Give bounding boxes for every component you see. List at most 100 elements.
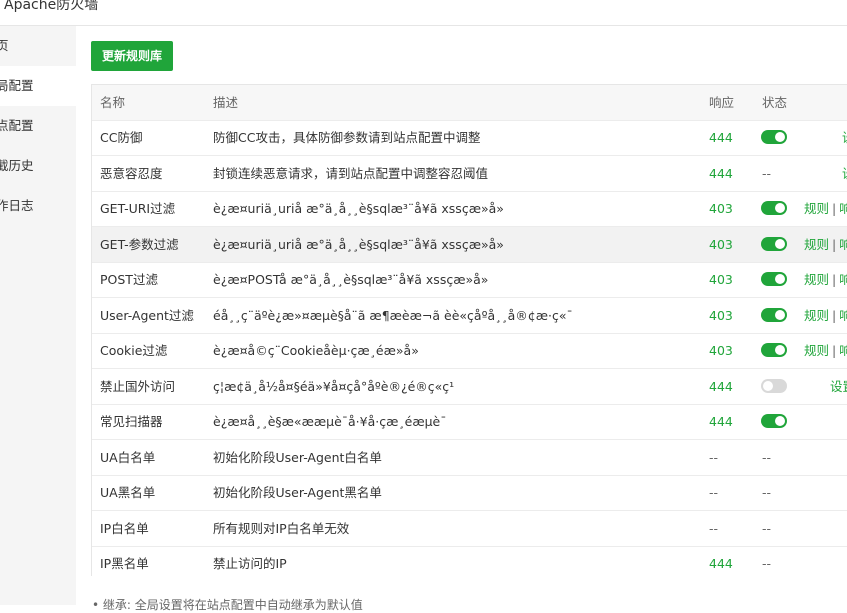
rule-desc: è¿æ¤POSTå æ°ä¸­å¸¸è§sqlæ³¨å¥ã xssçæ»å» [213, 272, 489, 287]
rule-link[interactable]: 规则 [804, 201, 829, 216]
response-link[interactable]: 响 [839, 237, 847, 252]
rule-response-code: -- [709, 520, 719, 536]
toggle-knob [775, 274, 785, 284]
response-link[interactable]: 响 [839, 343, 847, 358]
rule-status-text: -- [762, 485, 772, 500]
rule-name: IP黑名单 [100, 556, 149, 571]
update-rules-button[interactable]: 更新规则库 [91, 41, 173, 71]
header-status: 状态 [762, 95, 788, 110]
rule-response-code: 403 [709, 236, 733, 252]
table-row: GET-URI过滤 è¿æ¤uriä¸­uriå æ°ä¸­å¸¸è§sqlæ³¨… [92, 191, 847, 227]
rule-desc: éå¸¸ç¨äºè¿æ»¤æµè§å¨ã æ¶æèæ¬ã èè«ç­åºå¸¸å… [213, 307, 573, 323]
rule-desc: è¿æ¤uriä¸­uriå æ°ä¸­å¸¸è§sqlæ³¨å¥ã xssçæ… [213, 236, 504, 252]
rule-desc: 初始化阶段User-Agent白名单 [213, 449, 382, 465]
rule-name: POST过滤 [100, 272, 158, 287]
rule-name: Cookie过滤 [100, 343, 168, 358]
rule-action-link[interactable]: 设 [842, 156, 847, 191]
rule-response-code: 444 [709, 165, 733, 181]
rule-desc: è¿æ¤å¸¸è§æ«ææµè¯å·¥å·çæ¸éæµè¯ [213, 414, 447, 429]
rule-response-code: -- [709, 485, 719, 500]
link-separator: | [832, 236, 837, 252]
rule-status-text: -- [762, 449, 772, 465]
main-panel: 更新规则库 名称 描述 响应 状态 CC防御 防御CC攻击，具体防御参数请到站点配… [76, 26, 847, 612]
sidebar-item-site-config[interactable]: 点配置 [0, 106, 76, 146]
rule-desc: è¿æ¤uriä¸­uriå æ°ä¸­å¸¸è§sqlæ³¨å¥ã xssçæ… [213, 201, 504, 216]
rule-link[interactable]: 规则 [804, 343, 829, 358]
table-row: 常见扫描器 è¿æ¤å¸¸è§æ«ææµè¯å·¥å·çæ¸éæµè¯ 444 [92, 404, 847, 440]
rule-desc: 禁止访问的IP [213, 556, 287, 571]
rule-response-code: 444 [709, 414, 733, 429]
toggle-knob [775, 416, 785, 426]
response-link[interactable]: 响 [839, 308, 847, 323]
rule-response-code: 444 [709, 378, 733, 394]
rule-response-code: -- [709, 449, 719, 465]
sidebar: 页 局配置 点配置 截历史 作日志 [0, 26, 76, 605]
rules-table: 名称 描述 响应 状态 CC防御 防御CC攻击，具体防御参数请到站点配置中调整 44… [91, 84, 847, 576]
rule-desc: 所有规则对IP白名单无效 [213, 520, 350, 536]
response-link[interactable]: 响 [839, 201, 847, 216]
status-toggle[interactable] [761, 414, 787, 428]
rule-name: UA黑名单 [100, 485, 156, 500]
table-row: POST过滤 è¿æ¤POSTå æ°ä¸­å¸¸è§sqlæ³¨å¥ã xssç… [92, 262, 847, 298]
table-row: Cookie过滤 è¿æ¤å©ç¨Cookieåèµ·çæ¸éæ»å» 403 规则 |… [92, 333, 847, 369]
rule-name: GET-URI过滤 [100, 201, 176, 216]
status-toggle[interactable] [761, 378, 787, 393]
window-titlebar: Apache防火墙 [0, 0, 847, 26]
link-separator: | [832, 201, 837, 216]
rule-action-link[interactable]: 规则|响 [804, 227, 847, 262]
rule-link[interactable]: 规则 [804, 272, 829, 287]
toggle-knob [775, 309, 785, 320]
rule-action-link[interactable]: 设 [842, 120, 847, 155]
rule-name: UA白名单 [100, 449, 156, 465]
sidebar-item-operation-log[interactable]: 作日志 [0, 186, 76, 226]
table-row: 禁止国外访问 ç¦æ­¢ä¸­å½å¤§éä»¥å¤çå°åºè®¿é®ç«ç¹ 4… [92, 369, 847, 405]
status-toggle[interactable] [761, 130, 787, 144]
rule-desc: 防御CC攻击，具体防御参数请到站点配置中调整 [213, 130, 481, 145]
table-row: UA白名单 初始化阶段User-Agent白名单 -- -- [92, 440, 847, 476]
rule-name: 恶意容忍度 [100, 165, 163, 181]
sidebar-item-home[interactable]: 页 [0, 26, 76, 66]
rule-action-link[interactable]: 规则|响 [804, 191, 847, 226]
toggle-knob [775, 203, 785, 213]
sidebar-item-block-history[interactable]: 截历史 [0, 146, 76, 186]
rule-response-code: 444 [709, 556, 733, 571]
toggle-knob [775, 345, 785, 355]
status-toggle[interactable] [761, 343, 787, 357]
status-toggle[interactable] [761, 236, 787, 251]
rule-desc: 封锁连续恶意请求，请到站点配置中调整容忍阈值 [213, 165, 489, 181]
rule-action-link[interactable]: 规则|响 [804, 298, 847, 333]
rule-name: 常见扫描器 [100, 414, 163, 429]
table-row: IP白名单 所有规则对IP白名单无效 -- -- [92, 511, 847, 547]
header-code: 响应 [709, 95, 735, 110]
rule-response-code: 403 [709, 272, 733, 287]
table-row: CC防御 防御CC攻击，具体防御参数请到站点配置中调整 444 设 [92, 120, 847, 156]
header-name: 名称 [100, 95, 126, 110]
status-toggle[interactable] [761, 272, 787, 286]
rule-name: IP白名单 [100, 520, 149, 536]
rule-desc: ç¦æ­¢ä¸­å½å¤§éä»¥å¤çå°åºè®¿é®ç«ç¹ [213, 378, 455, 394]
rule-desc: è¿æ¤å©ç¨Cookieåèµ·çæ¸éæ»å» [213, 343, 419, 358]
header-desc: 描述 [213, 95, 239, 110]
table-row: User-Agent过滤 éå¸¸ç¨äºè¿æ»¤æµè§å¨ã æ¶æèæ¬ã… [92, 298, 847, 334]
rule-link[interactable]: 规则 [804, 308, 829, 323]
table-row: UA黑名单 初始化阶段User-Agent黑名单 -- -- [92, 475, 847, 511]
rule-action-link[interactable]: 设置 [830, 369, 847, 404]
rule-action-link[interactable]: 规则|响 [804, 333, 847, 368]
link-separator: | [832, 272, 837, 287]
rule-link[interactable]: 规则 [804, 237, 829, 252]
status-toggle[interactable] [761, 307, 787, 322]
window-title: Apache防火墙 [4, 0, 99, 13]
link-separator: | [832, 343, 837, 358]
rule-response-code: 444 [709, 130, 733, 145]
rule-action-link[interactable]: 规则|响 [804, 262, 847, 297]
status-toggle[interactable] [761, 201, 787, 215]
rule-status-text: -- [762, 165, 772, 181]
rule-response-code: 403 [709, 307, 733, 323]
table-row: GET-参数过滤 è¿æ¤uriä¸­uriå æ°ä¸­å¸¸è§sqlæ³¨å… [92, 226, 847, 263]
rule-name: User-Agent过滤 [100, 307, 194, 323]
sidebar-item-global-config[interactable]: 局配置 [0, 66, 76, 106]
response-link[interactable]: 响 [839, 272, 847, 287]
rule-response-code: 403 [709, 201, 733, 216]
link-separator: | [832, 307, 837, 323]
table-row: 恶意容忍度 封锁连续恶意请求，请到站点配置中调整容忍阈值 444 -- 设 [92, 156, 847, 192]
